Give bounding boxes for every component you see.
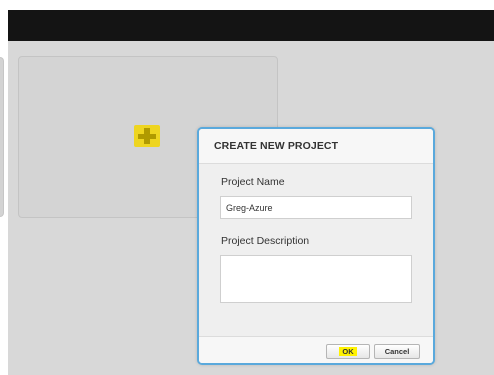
project-description-textarea[interactable] xyxy=(220,255,412,303)
ok-button-label: OK xyxy=(339,347,357,356)
page: CREATE NEW PROJECT Project Name Greg-Azu… xyxy=(0,0,494,375)
create-project-dialog: CREATE NEW PROJECT Project Name Greg-Azu… xyxy=(197,127,435,365)
project-name-label: Project Name xyxy=(221,176,285,188)
project-card-partial xyxy=(0,57,4,217)
app-top-bar xyxy=(8,10,494,41)
project-description-label: Project Description xyxy=(221,235,310,247)
dialog-body: Project Name Greg-Azure Project Descript… xyxy=(199,164,433,336)
project-name-input[interactable]: Greg-Azure xyxy=(220,196,412,219)
ok-button[interactable]: OK xyxy=(326,344,370,359)
plus-icon-vertical-bar xyxy=(144,128,150,144)
dialog-footer: OK Cancel xyxy=(199,336,433,363)
cancel-button[interactable]: Cancel xyxy=(374,344,420,359)
dialog-header: CREATE NEW PROJECT xyxy=(199,129,433,164)
plus-icon[interactable] xyxy=(134,125,160,147)
dialog-title: CREATE NEW PROJECT xyxy=(214,140,339,152)
